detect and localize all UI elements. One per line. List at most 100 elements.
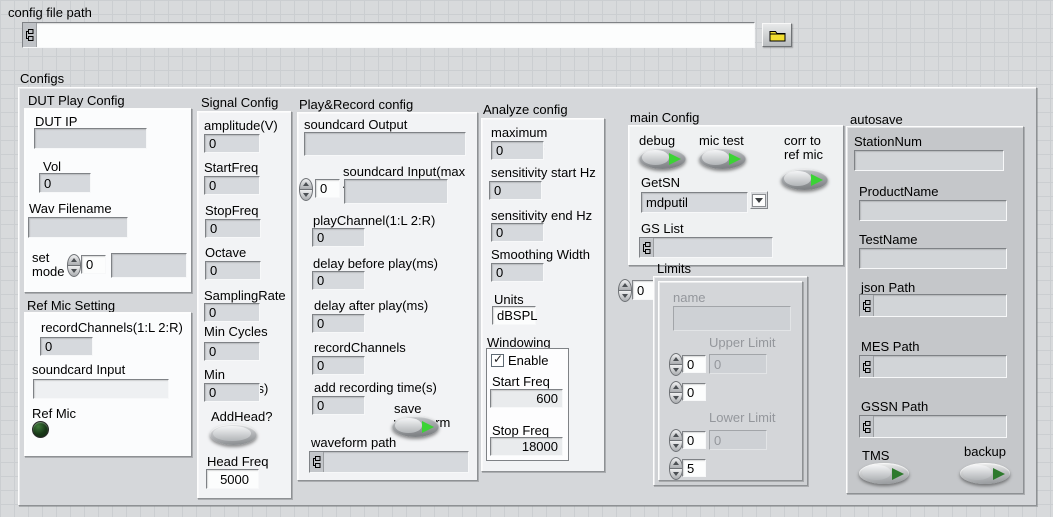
soundcard-input-index-stepper[interactable] (299, 178, 313, 201)
browse-button[interactable] (762, 23, 792, 47)
add-recording-time-input[interactable]: 0 (312, 396, 365, 415)
corr-to-ref-mic-label: corr to ref mic (784, 134, 823, 162)
dut-ip-input[interactable] (34, 128, 147, 149)
tms-toggle[interactable] (859, 463, 909, 484)
mes-path-input[interactable] (859, 355, 1007, 378)
addhead-label: AddHead? (211, 410, 272, 424)
smoothing-width-input[interactable]: 0 (491, 263, 544, 282)
mes-path-label: MES Path (861, 340, 920, 354)
mic-test-toggle[interactable] (699, 148, 746, 169)
debug-toggle[interactable] (639, 148, 686, 169)
config-file-path-input[interactable] (22, 22, 755, 48)
set-mode-indicator (111, 253, 187, 278)
playchannel-input[interactable]: 0 (312, 228, 365, 247)
upper-index-a-input[interactable]: 0 (682, 355, 706, 373)
octave-label: Octave (205, 246, 246, 260)
waveform-path-input[interactable] (309, 451, 469, 473)
record-channels2-input[interactable]: 0 (312, 356, 365, 375)
toggle-arrow-icon (993, 468, 1005, 480)
delay-after-input[interactable]: 0 (312, 314, 365, 333)
stationnum-input[interactable] (854, 150, 1004, 171)
autosave-group: StationNum ProductName TestName json Pat… (846, 126, 1024, 494)
set-mode-label: set mode (32, 251, 65, 279)
toggle-arrow-icon (811, 174, 823, 186)
decrement-icon[interactable] (669, 392, 683, 404)
head-freq-label: Head Freq (207, 455, 268, 469)
playchannel-label: playChannel(1:L 2:R) (313, 214, 435, 228)
json-path-input[interactable] (859, 294, 1007, 317)
decrement-icon[interactable] (299, 189, 313, 201)
vol-input[interactable]: 0 (39, 173, 91, 193)
backup-label: backup (964, 445, 1006, 459)
wav-filename-input[interactable] (28, 217, 128, 238)
startfreq-label: StartFreq (204, 161, 258, 175)
soundcard-output-input[interactable] (304, 132, 466, 156)
decrement-icon[interactable] (67, 265, 81, 277)
addhead-toggle[interactable] (210, 424, 257, 445)
units-label: Units (494, 293, 524, 307)
stopfreq-input[interactable]: 0 (205, 219, 261, 238)
limits-index-stepper[interactable] (618, 279, 632, 302)
corr-to-ref-mic-toggle[interactable] (781, 169, 828, 190)
gssn-path-input[interactable] (859, 415, 1007, 438)
backup-toggle[interactable] (960, 463, 1010, 484)
config-file-path-value[interactable] (37, 23, 754, 47)
decrement-icon[interactable] (669, 468, 683, 480)
sensitivity-end-input[interactable]: 0 (491, 223, 544, 242)
getsn-dropdown[interactable]: mdputil (641, 192, 748, 213)
soundcard-input-field[interactable] (33, 379, 169, 399)
units-input[interactable]: dBSPL (492, 306, 536, 325)
getsn-dropdown-button[interactable] (750, 191, 768, 209)
decrement-icon[interactable] (669, 364, 683, 376)
lower-index-b-stepper[interactable] (669, 457, 683, 480)
path-glyph-icon (860, 356, 874, 377)
delay-after-label: delay after play(ms) (314, 299, 428, 313)
tms-label: TMS (862, 449, 889, 463)
record-channels-input[interactable]: 0 (40, 337, 93, 356)
upper-index-b-stepper[interactable] (669, 381, 683, 404)
limit-name-label: name (673, 291, 706, 305)
delay-before-input[interactable]: 0 (312, 271, 365, 290)
set-mode-stepper[interactable] (67, 254, 81, 277)
path-glyph-icon (23, 23, 37, 47)
decrement-icon[interactable] (618, 290, 632, 302)
upper-index-b-input[interactable]: 0 (682, 383, 706, 401)
limits-title: Limits (657, 262, 691, 276)
stop-freq-input[interactable]: 18000 (490, 437, 563, 456)
limit-name-input[interactable] (673, 306, 791, 331)
start-freq-input[interactable]: 600 (490, 389, 563, 408)
save-waveform-toggle[interactable] (392, 416, 439, 437)
soundcard-input-max4-field[interactable] (344, 179, 448, 204)
json-path-label: json Path (861, 281, 915, 295)
startfreq-input[interactable]: 0 (204, 176, 260, 195)
octave-input[interactable]: 0 (205, 261, 261, 280)
amplitude-input[interactable]: 0 (204, 134, 260, 153)
decrement-icon[interactable] (669, 440, 683, 452)
min-cycles-label: Min Cycles (204, 325, 268, 339)
enable-checkbox[interactable] (491, 354, 504, 367)
soundcard-input-index[interactable]: 0 (315, 179, 340, 198)
limits-array-shell: name Upper Limit 0 0 0 Lower Limit 0 0 5 (653, 276, 808, 486)
lower-limit-value[interactable]: 0 (709, 430, 767, 450)
min-cycles-input[interactable]: 0 (204, 342, 260, 361)
max-harmonic-input[interactable]: 0 (491, 141, 544, 160)
soundcard-output-label: soundcard Output (304, 118, 407, 132)
sensitivity-start-input[interactable]: 0 (489, 181, 542, 200)
lower-index-a-stepper[interactable] (669, 429, 683, 452)
samplingrate-input[interactable]: 0 (204, 303, 260, 322)
lower-index-a-input[interactable]: 0 (682, 431, 706, 449)
lower-limit-label: Lower Limit (709, 411, 775, 425)
min-duration-input[interactable]: 0 (204, 383, 260, 402)
windowing-cluster: Enable Start Freq 600 Stop Freq 18000 (486, 348, 569, 461)
lower-index-b-input[interactable]: 5 (682, 459, 706, 477)
smoothing-width-label: Smoothing Width (491, 248, 590, 262)
productname-input[interactable] (859, 200, 1007, 221)
signal-config-title: Signal Config (201, 96, 278, 110)
head-freq-input[interactable]: 5000 (206, 469, 259, 489)
set-mode-input[interactable]: 0 (81, 255, 106, 274)
upper-index-a-stepper[interactable] (669, 353, 683, 376)
upper-limit-value[interactable]: 0 (709, 354, 767, 374)
delay-before-label: delay before play(ms) (313, 257, 438, 271)
gs-list-input[interactable] (639, 237, 773, 258)
testname-input[interactable] (859, 248, 1007, 269)
